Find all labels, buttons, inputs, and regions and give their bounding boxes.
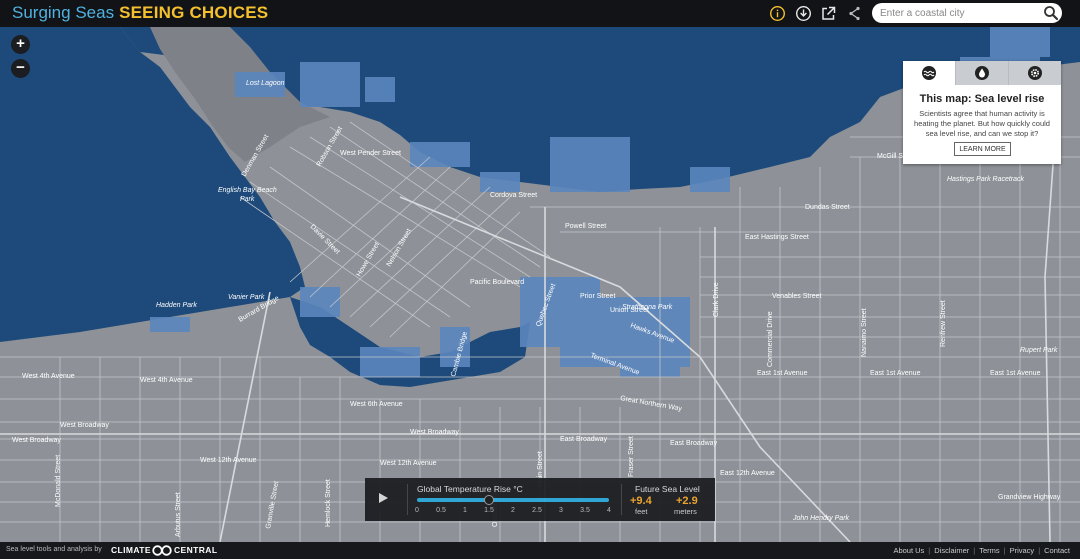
- footer: Sea level tools and analysis by CLIMATE …: [0, 542, 1080, 559]
- slider-tick-label: 4: [607, 507, 611, 514]
- svg-text:Hemlock Street: Hemlock Street: [325, 479, 332, 527]
- svg-text:John Hendry Park: John Hendry Park: [792, 515, 850, 522]
- footer-link-terms[interactable]: Terms: [979, 546, 999, 555]
- temperature-slider-track[interactable]: [417, 495, 609, 505]
- future-sea-level-label: Future Sea Level: [635, 484, 700, 494]
- svg-text:Lost Lagoon: Lost Lagoon: [246, 80, 285, 87]
- svg-text:Strathcona Park: Strathcona Park: [622, 304, 673, 311]
- tab-sea-level[interactable]: [903, 61, 955, 85]
- info-panel: This map: Sea level rise Scientists agre…: [903, 61, 1061, 164]
- info-panel-body: Scientists agree that human activity is …: [914, 109, 1050, 138]
- svg-text:West Broadway: West Broadway: [60, 422, 109, 429]
- zoom-in-button[interactable]: +: [11, 35, 30, 54]
- svg-text:West Broadway: West Broadway: [410, 429, 459, 436]
- slider-tick-label: 1: [463, 507, 467, 514]
- svg-text:Venables Street: Venables Street: [772, 293, 821, 300]
- svg-text:Hastings Park Racetrack: Hastings Park Racetrack: [947, 176, 1025, 183]
- svg-text:West Pender Street: West Pender Street: [340, 150, 401, 157]
- slider-tick-label: 3: [559, 507, 563, 514]
- divider: |: [973, 546, 976, 555]
- svg-text:Grandview Highway: Grandview Highway: [998, 494, 1061, 501]
- svg-text:Park: Park: [240, 196, 255, 203]
- top-bar: Surging Seas SEEING CHOICES: [0, 0, 1080, 27]
- share-icon[interactable]: [846, 5, 863, 22]
- slider-tick-label: 0.5: [436, 507, 446, 514]
- footer-link-contact[interactable]: Contact: [1044, 546, 1070, 555]
- divider: |: [1003, 546, 1006, 555]
- download-icon[interactable]: [795, 5, 812, 22]
- footer-link-privacy[interactable]: Privacy: [1010, 546, 1035, 555]
- svg-text:East 1st Avenue: East 1st Avenue: [870, 370, 921, 377]
- info-icon[interactable]: [769, 5, 786, 22]
- svg-text:East 1st Avenue: East 1st Avenue: [990, 370, 1041, 377]
- city-search-input[interactable]: [872, 3, 1062, 23]
- sea-level-meters-unit: meters: [674, 507, 697, 516]
- tab-water[interactable]: [955, 61, 1008, 85]
- svg-text:Renfrew Street: Renfrew Street: [940, 300, 947, 347]
- footer-links: About Us | Disclaimer | Terms | Privacy | Contac…: [893, 546, 1070, 555]
- svg-text:McDonald Street: McDonald Street: [55, 455, 62, 507]
- temperature-slider-thumb[interactable]: [484, 495, 494, 505]
- divider: [407, 484, 408, 515]
- climate-central-logo-left[interactable]: CLIMATE: [111, 545, 151, 555]
- info-panel-tabs: [903, 61, 1061, 85]
- svg-text:East 12th Avenue: East 12th Avenue: [720, 470, 775, 477]
- svg-text:Fraser Street: Fraser Street: [628, 436, 635, 477]
- play-button[interactable]: [379, 493, 388, 503]
- svg-text:Arbutus Street: Arbutus Street: [175, 492, 182, 537]
- tab-settings[interactable]: [1008, 61, 1061, 85]
- svg-text:Commercial Drive: Commercial Drive: [767, 311, 774, 367]
- divider: [621, 484, 622, 515]
- external-link-icon[interactable]: [820, 5, 837, 22]
- svg-text:Cordova Street: Cordova Street: [490, 192, 537, 199]
- sea-level-feet-value: +9.4: [630, 495, 652, 507]
- footer-link-disclaimer[interactable]: Disclaimer: [934, 546, 969, 555]
- svg-text:East Hastings Street: East Hastings Street: [745, 234, 809, 241]
- gear-icon: [1028, 66, 1042, 80]
- svg-text:Clark Drive: Clark Drive: [713, 282, 720, 317]
- slider-tick-label: 0: [415, 507, 419, 514]
- svg-text:West 4th Avenue: West 4th Avenue: [22, 373, 75, 380]
- zoom-out-button[interactable]: −: [11, 59, 30, 78]
- svg-text:East Broadway: East Broadway: [670, 440, 718, 447]
- temperature-label: Global Temperature Rise °C: [417, 484, 523, 494]
- svg-text:Prior Street: Prior Street: [580, 293, 615, 300]
- divider: |: [1038, 546, 1041, 555]
- slider-tick-label: 2.5: [532, 507, 542, 514]
- sea-level-meters-value: +2.9: [676, 495, 698, 507]
- divider: |: [928, 546, 931, 555]
- footer-link-about[interactable]: About Us: [893, 546, 924, 555]
- logo-primary: Surging Seas: [12, 3, 115, 22]
- app-logo[interactable]: Surging Seas SEEING CHOICES: [12, 3, 268, 23]
- climate-central-logo-icon: [152, 545, 172, 556]
- svg-text:Powell Street: Powell Street: [565, 223, 606, 230]
- svg-text:Dundas Street: Dundas Street: [805, 204, 850, 211]
- svg-text:Pacific Boulevard: Pacific Boulevard: [470, 279, 524, 286]
- svg-text:East 1st Avenue: East 1st Avenue: [757, 370, 808, 377]
- climate-central-logo-right[interactable]: CENTRAL: [174, 545, 217, 555]
- svg-text:West Broadway: West Broadway: [12, 437, 61, 444]
- search-icon[interactable]: [1043, 5, 1059, 21]
- temperature-slider-panel: Global Temperature Rise °C 0 0.5 1 1.5 2 2.5 3…: [365, 478, 715, 521]
- logo-secondary: SEEING CHOICES: [119, 3, 269, 22]
- svg-text:West 6th Avenue: West 6th Avenue: [350, 401, 403, 408]
- waves-icon: [922, 66, 936, 80]
- svg-text:East Broadway: East Broadway: [560, 436, 608, 443]
- info-panel-title: This map: Sea level rise: [919, 93, 1045, 105]
- svg-text:West 12th Avenue: West 12th Avenue: [200, 457, 257, 464]
- svg-text:Rupert Park: Rupert Park: [1020, 347, 1058, 354]
- learn-more-button[interactable]: LEARN MORE: [954, 142, 1011, 156]
- footer-credit: Sea level tools and analysis by: [6, 546, 102, 553]
- svg-text:West 4th Avenue: West 4th Avenue: [140, 377, 193, 384]
- sea-level-feet-unit: feet: [635, 507, 648, 516]
- svg-text:Hadden Park: Hadden Park: [156, 302, 197, 309]
- svg-text:Nanaimo Street: Nanaimo Street: [861, 308, 868, 357]
- slider-tick-label: 3.5: [580, 507, 590, 514]
- slider-tick-label: 2: [511, 507, 515, 514]
- slider-tick-label: 1.5: [484, 507, 494, 514]
- water-drop-icon: [975, 66, 989, 80]
- svg-text:Vanier Park: Vanier Park: [228, 294, 265, 301]
- svg-text:West 12th Avenue: West 12th Avenue: [380, 460, 437, 467]
- svg-text:English Bay Beach: English Bay Beach: [218, 187, 277, 194]
